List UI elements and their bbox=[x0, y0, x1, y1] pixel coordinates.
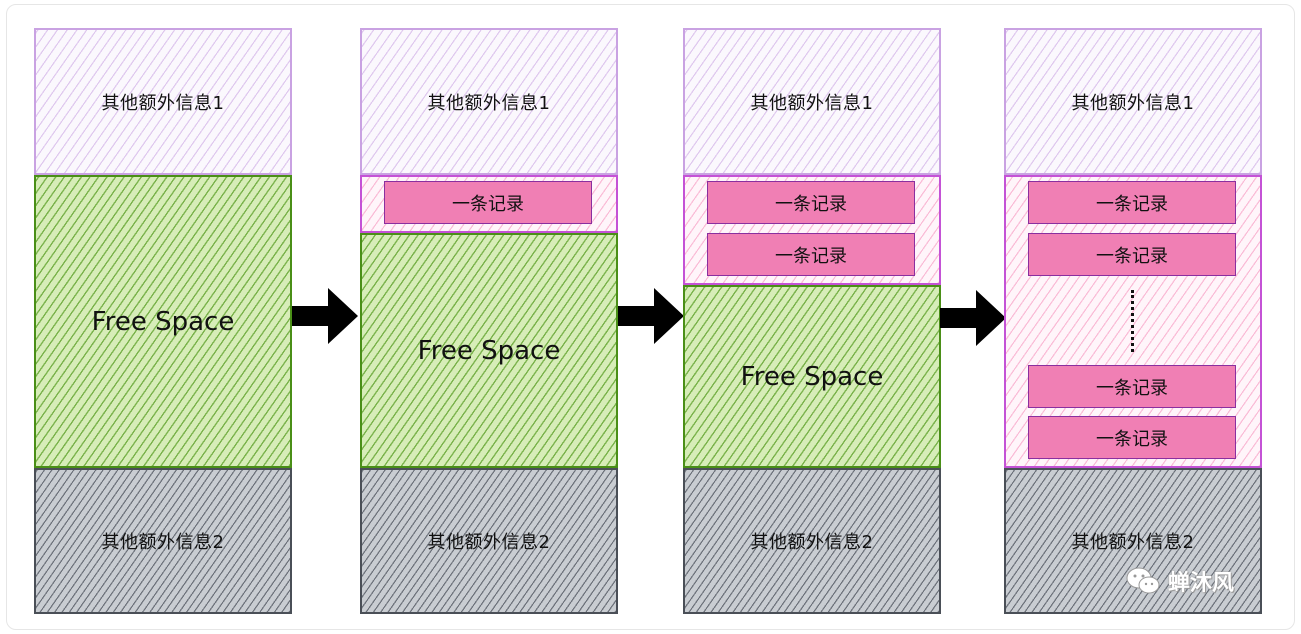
arrow-right-icon bbox=[940, 290, 1006, 346]
watermark: 蝉沐风 bbox=[1126, 565, 1234, 597]
info2-block: 其他额外信息2 bbox=[360, 468, 618, 614]
page-state-3: 其他额外信息1 一条记录 一条记录 Free Space 其他额外信息2 bbox=[683, 28, 941, 614]
record-box: 一条记录 bbox=[384, 181, 592, 224]
record-box: 一条记录 bbox=[707, 233, 915, 276]
page-state-4: 其他额外信息1 一条记录 一条记录 一条记录 一条记录 其他额外信息2 bbox=[1004, 28, 1262, 614]
info2-block: 其他额外信息2 bbox=[683, 468, 941, 614]
record-label: 一条记录 bbox=[452, 193, 524, 215]
record-label: 一条记录 bbox=[775, 193, 847, 215]
info1-label: 其他额外信息1 bbox=[101, 92, 225, 114]
free-space-block: Free Space bbox=[683, 285, 941, 468]
info1-label: 其他额外信息1 bbox=[750, 92, 874, 114]
watermark-text: 蝉沐风 bbox=[1168, 571, 1235, 596]
free-space-block: Free Space bbox=[360, 233, 618, 468]
record-label: 一条记录 bbox=[1096, 377, 1168, 399]
free-space-label: Free Space bbox=[740, 361, 884, 392]
record-box: 一条记录 bbox=[707, 181, 915, 224]
page-state-2: 其他额外信息1 一条记录 Free Space 其他额外信息2 bbox=[360, 28, 618, 614]
arrow-right-icon bbox=[618, 288, 684, 344]
record-box: 一条记录 bbox=[1028, 233, 1236, 276]
info1-label: 其他额外信息1 bbox=[427, 92, 551, 114]
wechat-icon bbox=[1126, 567, 1160, 594]
free-space-label: Free Space bbox=[91, 306, 235, 337]
info2-label: 其他额外信息2 bbox=[1071, 532, 1195, 553]
info2-label: 其他额外信息2 bbox=[427, 532, 551, 553]
record-label: 一条记录 bbox=[1096, 245, 1168, 267]
info2-label: 其他额外信息2 bbox=[750, 532, 874, 553]
info1-block: 其他额外信息1 bbox=[360, 28, 618, 175]
info1-block: 其他额外信息1 bbox=[1004, 28, 1262, 175]
record-box: 一条记录 bbox=[1028, 416, 1236, 459]
record-label: 一条记录 bbox=[775, 245, 847, 267]
record-box: 一条记录 bbox=[1028, 181, 1236, 224]
info2-block: 其他额外信息2 bbox=[34, 468, 292, 614]
record-label: 一条记录 bbox=[1096, 428, 1168, 450]
free-space-block: Free Space bbox=[34, 175, 292, 468]
arrow-right-icon bbox=[292, 288, 358, 344]
info2-label: 其他额外信息2 bbox=[101, 532, 225, 553]
info1-block: 其他额外信息1 bbox=[683, 28, 941, 175]
page-state-1: 其他额外信息1 Free Space 其他额外信息2 bbox=[34, 28, 292, 614]
record-label: 一条记录 bbox=[1096, 193, 1168, 215]
ellipsis-dots bbox=[1131, 290, 1134, 352]
record-box: 一条记录 bbox=[1028, 365, 1236, 408]
info1-label: 其他额外信息1 bbox=[1071, 92, 1195, 114]
info1-block: 其他额外信息1 bbox=[34, 28, 292, 175]
free-space-label: Free Space bbox=[417, 335, 561, 366]
